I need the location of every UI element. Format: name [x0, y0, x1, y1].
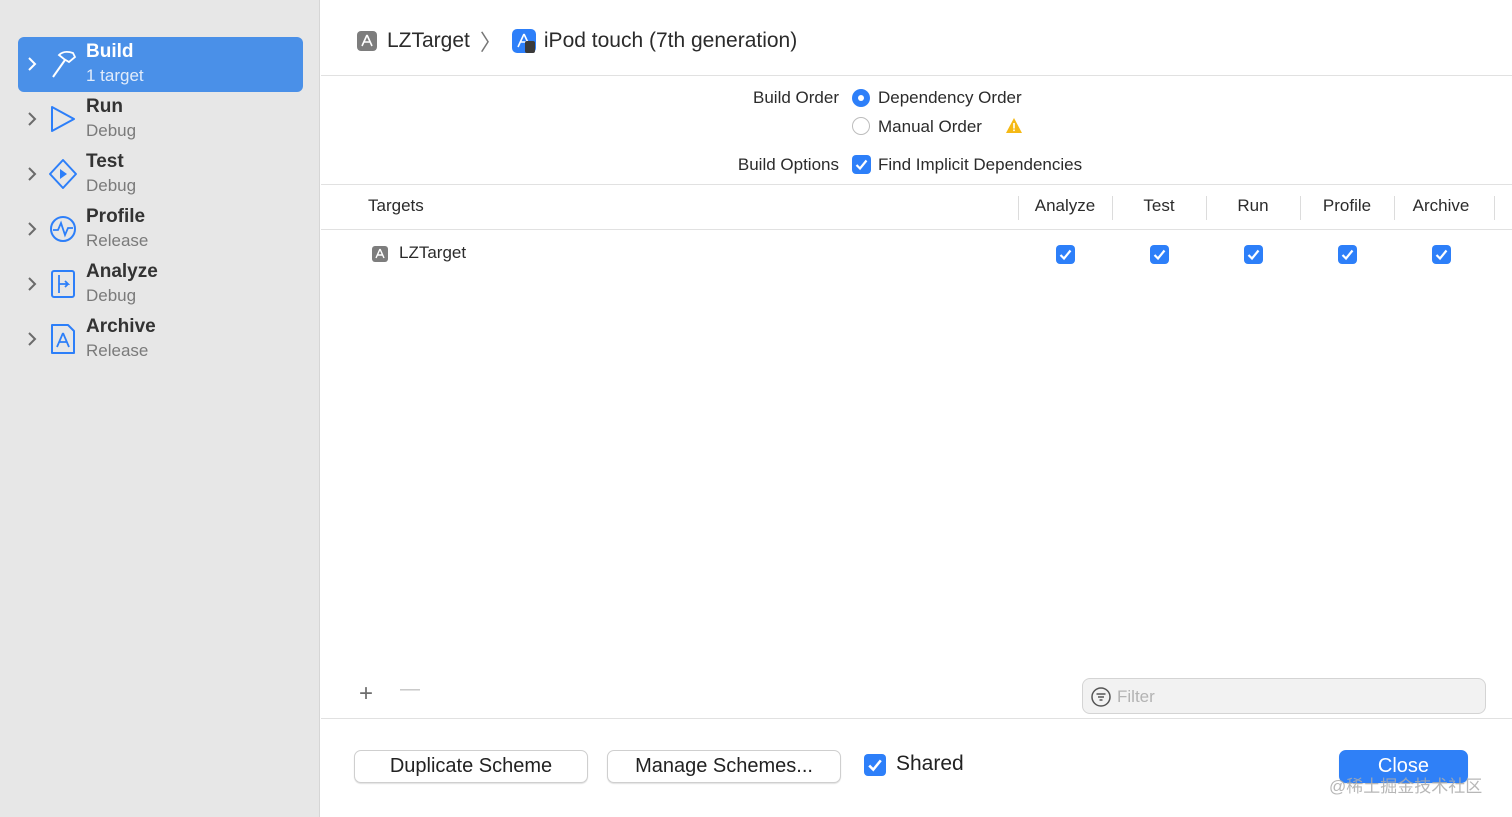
watermark: @稀土掘金技术社区 — [1329, 777, 1483, 796]
find-implicit-dependencies-checkbox[interactable] — [852, 155, 871, 174]
checkmark-icon — [868, 759, 882, 772]
checkmark-icon — [855, 159, 868, 171]
sidebar-item-test[interactable]: Test Debug — [18, 147, 303, 202]
chevron-right-icon[interactable] — [26, 220, 38, 238]
sidebar-item-subtitle: 1 target — [86, 66, 144, 85]
target-name: LZTarget — [399, 243, 467, 262]
sidebar-item-title: Profile — [86, 206, 146, 227]
breadcrumb-device[interactable]: iPod touch (7th generation) — [544, 29, 797, 53]
radio-dependency-order[interactable] — [852, 89, 870, 107]
warning-icon — [1006, 118, 1022, 133]
breadcrumb-separator-icon: 〉 — [479, 30, 502, 55]
divider — [321, 229, 1512, 230]
column-header-test[interactable]: Test — [1112, 196, 1206, 216]
chevron-right-icon[interactable] — [26, 330, 38, 348]
analyze-checkbox[interactable] — [1056, 245, 1075, 264]
divider — [321, 75, 1512, 76]
sidebar-item-subtitle: Debug — [86, 121, 137, 140]
sidebar-item-archive[interactable]: Archive Release — [18, 312, 303, 367]
sidebar-item-subtitle: Release — [86, 231, 149, 250]
breadcrumb-target[interactable]: LZTarget — [387, 29, 470, 53]
chevron-right-icon[interactable] — [26, 165, 38, 183]
column-header-targets[interactable]: Targets — [368, 196, 424, 216]
archive-checkbox[interactable] — [1432, 245, 1451, 264]
app-target-icon — [357, 31, 377, 51]
scheme-actions-sidebar: Build 1 target Run Debug Test Debug Prof… — [0, 0, 320, 817]
sidebar-item-subtitle: Debug — [86, 286, 137, 305]
divider — [321, 718, 1512, 719]
sidebar-item-title: Archive — [86, 316, 156, 337]
test-diamond-icon — [49, 159, 77, 189]
filter-input[interactable] — [1117, 685, 1467, 709]
build-order-label: Build Order — [753, 88, 839, 107]
sidebar-item-title: Test — [86, 151, 124, 172]
duplicate-scheme-button[interactable]: Duplicate Scheme — [354, 750, 588, 783]
waveform-icon — [50, 216, 76, 242]
sidebar-item-title: Run — [86, 96, 123, 117]
sidebar-item-build[interactable]: Build 1 target — [18, 37, 303, 92]
chevron-right-icon[interactable] — [26, 110, 38, 128]
scheme-editor-main: LZTarget 〉 iPod touch (7th generation) B… — [321, 0, 1512, 817]
checkmark-icon — [1435, 249, 1448, 261]
shared-label[interactable]: Shared — [896, 752, 964, 776]
sidebar-item-subtitle: Debug — [86, 176, 137, 195]
sidebar-item-subtitle: Release — [86, 341, 149, 360]
remove-target-button[interactable]: — — [400, 678, 420, 701]
sidebar-item-title: Build — [86, 41, 134, 62]
manage-schemes-button[interactable]: Manage Schemes... — [607, 750, 841, 783]
radio-manual-order[interactable] — [852, 117, 870, 135]
hammer-icon — [52, 50, 77, 78]
chevron-right-icon[interactable] — [26, 55, 38, 73]
test-checkbox[interactable] — [1150, 245, 1169, 264]
checkmark-icon — [1059, 249, 1072, 261]
breadcrumb: LZTarget 〉 iPod touch (7th generation) — [357, 25, 797, 57]
filter-icon — [1091, 687, 1111, 707]
profile-checkbox[interactable] — [1338, 245, 1357, 264]
column-header-archive[interactable]: Archive — [1394, 196, 1488, 216]
sidebar-item-analyze[interactable]: Analyze Debug — [18, 257, 303, 312]
app-target-icon — [372, 246, 388, 262]
column-header-analyze[interactable]: Analyze — [1018, 196, 1112, 216]
play-icon — [51, 106, 75, 132]
run-checkbox[interactable] — [1244, 245, 1263, 264]
add-target-button[interactable]: + — [359, 680, 373, 708]
simulator-device-icon — [511, 29, 536, 53]
checkmark-icon — [1247, 249, 1260, 261]
column-header-profile[interactable]: Profile — [1300, 196, 1394, 216]
filter-field[interactable] — [1082, 678, 1486, 714]
shared-checkbox[interactable] — [864, 754, 886, 776]
checkmark-icon — [1341, 249, 1354, 261]
archive-icon — [51, 324, 75, 354]
sidebar-item-profile[interactable]: Profile Release — [18, 202, 303, 257]
checkmark-icon — [1153, 249, 1166, 261]
chevron-right-icon[interactable] — [26, 275, 38, 293]
column-divider — [1494, 196, 1495, 220]
build-options-label: Build Options — [737, 155, 839, 174]
dependency-order-label[interactable]: Dependency Order — [878, 88, 1022, 108]
sidebar-item-title: Analyze — [86, 261, 158, 282]
sidebar-item-run[interactable]: Run Debug — [18, 92, 303, 147]
analyze-icon — [51, 270, 75, 298]
column-header-run[interactable]: Run — [1206, 196, 1300, 216]
divider — [321, 184, 1512, 185]
manual-order-label[interactable]: Manual Order — [878, 117, 982, 137]
find-implicit-dependencies-label[interactable]: Find Implicit Dependencies — [878, 155, 1082, 175]
